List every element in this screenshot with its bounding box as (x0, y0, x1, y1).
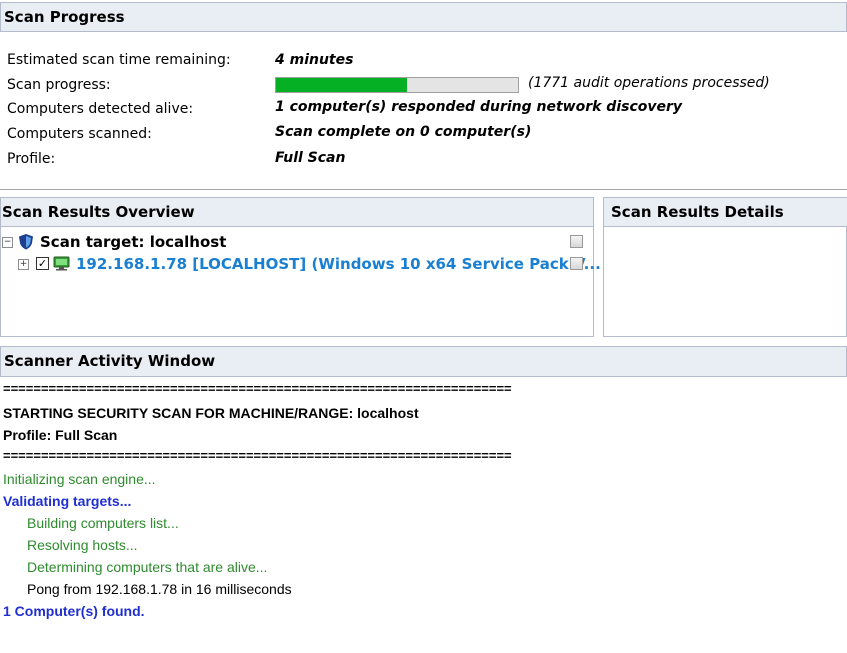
log-separator: ========================================… (3, 448, 512, 463)
host-checkbox[interactable]: ✓ (36, 257, 49, 270)
log-line: Building computers list... (27, 515, 179, 531)
scan-target-checkbox[interactable] (570, 235, 583, 248)
log-separator: ========================================… (3, 381, 512, 396)
alive-value: 1 computer(s) responded during network d… (275, 99, 683, 115)
alive-label: Computers detected alive: (7, 101, 194, 117)
expand-icon[interactable]: + (18, 259, 29, 270)
scan-progress-fill (276, 78, 407, 92)
section-divider (0, 189, 847, 190)
host-status-checkbox[interactable] (570, 257, 583, 270)
log-line: Determining computers that are alive... (27, 559, 268, 575)
computer-icon (53, 256, 70, 271)
scan-progress-header: Scan Progress (0, 2, 847, 32)
scan-results-details-pane[interactable]: Scan Results Details (603, 197, 847, 337)
progress-note: (1771 audit operations processed) (528, 75, 770, 91)
shield-icon (19, 234, 33, 250)
log-line: STARTING SECURITY SCAN FOR MACHINE/RANGE… (3, 405, 419, 421)
scanned-value: Scan complete on 0 computer(s) (275, 124, 532, 140)
host-label[interactable]: 192.168.1.78 [LOCALHOST] (Windows 10 x64… (76, 255, 601, 273)
scan-results-details-header: Scan Results Details (603, 197, 847, 227)
log-line: Initializing scan engine... (3, 471, 156, 487)
log-line: Validating targets... (3, 493, 132, 509)
scan-results-overview-pane[interactable]: Scan Results Overview − Scan target: loc… (0, 197, 601, 337)
scan-progress-label: Scan progress: (7, 77, 111, 93)
collapse-icon[interactable]: − (2, 237, 13, 248)
time-remaining-value: 4 minutes (275, 52, 354, 68)
log-line: Pong from 192.168.1.78 in 16 millisecond… (27, 581, 292, 597)
scanner-activity-header: Scanner Activity Window (0, 346, 847, 377)
scanned-label: Computers scanned: (7, 126, 152, 142)
time-remaining-label: Estimated scan time remaining: (7, 52, 231, 68)
profile-label: Profile: (7, 151, 56, 167)
profile-value: Full Scan (275, 150, 346, 166)
log-line: Resolving hosts... (27, 537, 138, 553)
scan-progress-bar (275, 77, 519, 93)
scan-target-label[interactable]: Scan target: localhost (40, 233, 226, 251)
log-line: Profile: Full Scan (3, 427, 118, 443)
log-line: 1 Computer(s) found. (3, 603, 145, 619)
scan-results-overview-header: Scan Results Overview (0, 197, 594, 227)
